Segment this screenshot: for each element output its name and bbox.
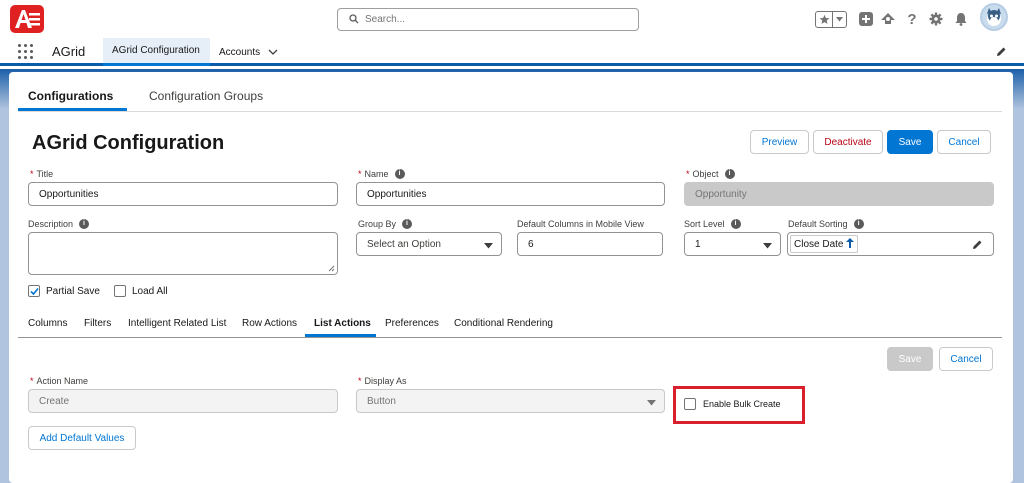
title-field[interactable]: Opportunities xyxy=(28,182,338,206)
app-logo-icon[interactable] xyxy=(10,5,44,33)
display-as-select: Button xyxy=(356,389,665,413)
info-icon: i xyxy=(853,219,864,229)
chevron-down-icon xyxy=(647,398,656,409)
tab-configurations[interactable]: Configurations xyxy=(28,89,113,103)
subtab-row-actions[interactable]: Row Actions xyxy=(242,318,297,329)
default-columns-field[interactable]: 6 xyxy=(517,232,663,256)
page-title: AGrid Configuration xyxy=(32,132,225,154)
sort-pill[interactable]: Close Date xyxy=(790,235,859,253)
app-navigation-bar: AGrid AGrid Configuration Accounts xyxy=(0,38,1024,66)
chevron-down-icon xyxy=(763,241,772,252)
nav-tab-label: Accounts xyxy=(219,46,261,58)
object-field: Opportunity xyxy=(684,182,994,206)
annotation-highlight-box xyxy=(673,386,805,424)
favorites-star-icon[interactable] xyxy=(816,12,833,27)
sort-level-value: 1 xyxy=(695,238,701,250)
tab-configuration-groups[interactable]: Configuration Groups xyxy=(149,89,263,103)
save-button[interactable]: Save xyxy=(887,130,933,154)
list-actions-cancel-button[interactable]: Cancel xyxy=(939,347,993,371)
name-field[interactable]: Opportunities xyxy=(356,182,665,206)
description-textarea[interactable] xyxy=(28,232,338,275)
deactivate-button[interactable]: Deactivate xyxy=(813,130,883,154)
favorites-control[interactable] xyxy=(815,11,847,28)
info-icon: i xyxy=(402,219,413,229)
subtab-conditional-rendering[interactable]: Conditional Rendering xyxy=(454,318,553,329)
default-sorting-field[interactable]: Close Date xyxy=(787,232,994,256)
subtab-preferences[interactable]: Preferences xyxy=(385,318,439,329)
description-label: Description i xyxy=(28,219,90,229)
info-icon: i xyxy=(730,219,741,229)
search-icon xyxy=(349,14,359,27)
default-sorting-label: Default Sorting i xyxy=(788,219,864,229)
object-label: * Object i xyxy=(686,169,735,179)
load-all-checkbox[interactable] xyxy=(114,285,126,297)
default-sorting-value: Close Date xyxy=(794,238,844,250)
chevron-down-icon xyxy=(484,241,493,252)
action-name-label: * Action Name xyxy=(30,376,89,386)
global-search[interactable] xyxy=(337,8,639,31)
global-header: ? xyxy=(0,0,1024,38)
load-all-label: Load All xyxy=(132,286,168,297)
arrow-up-icon[interactable] xyxy=(846,237,855,251)
trailhead-icon[interactable] xyxy=(880,0,896,38)
subtabs-divider xyxy=(18,337,1002,338)
chevron-down-icon[interactable] xyxy=(268,47,278,58)
add-default-values-button[interactable]: Add Default Values xyxy=(28,426,136,450)
notifications-bell-icon[interactable] xyxy=(954,0,968,38)
tabs-divider xyxy=(18,111,1002,112)
subtab-filters[interactable]: Filters xyxy=(84,318,111,329)
setup-gear-icon[interactable] xyxy=(929,0,943,38)
info-icon: i xyxy=(724,169,735,179)
avatar[interactable] xyxy=(980,3,1008,31)
info-icon: i xyxy=(394,169,405,179)
partial-save-checkbox[interactable] xyxy=(28,285,40,297)
subtab-list-actions[interactable]: List Actions xyxy=(314,318,371,329)
subtab-columns[interactable]: Columns xyxy=(28,318,67,329)
edit-pencil-icon[interactable] xyxy=(972,239,983,253)
group-by-label: Group By i xyxy=(358,219,413,229)
display-as-value: Button xyxy=(367,395,396,407)
app-launcher-icon[interactable] xyxy=(18,44,34,60)
action-name-field: Create xyxy=(28,389,338,413)
nav-tab-accounts[interactable]: Accounts xyxy=(210,38,287,66)
subtab-intelligent-related-list[interactable]: Intelligent Related List xyxy=(128,318,226,329)
cancel-button[interactable]: Cancel xyxy=(937,130,991,154)
sort-level-select[interactable]: 1 xyxy=(684,232,781,256)
chevron-down-icon[interactable] xyxy=(833,12,846,27)
app-name: AGrid xyxy=(52,44,86,59)
title-label: * Title xyxy=(30,169,54,179)
search-input[interactable] xyxy=(365,12,625,27)
group-by-select[interactable]: Select an Option xyxy=(356,232,502,256)
list-actions-save-button[interactable]: Save xyxy=(887,347,933,371)
default-columns-label: Default Columns in Mobile View xyxy=(517,219,644,229)
group-by-value: Select an Option xyxy=(367,238,441,250)
display-as-label: * Display As xyxy=(358,376,407,386)
sort-level-label: Sort Level i xyxy=(684,219,741,229)
name-label: * Name i xyxy=(358,169,405,179)
partial-save-label: Partial Save xyxy=(46,286,100,297)
nav-tab-label: AGrid Configuration xyxy=(112,45,200,56)
preview-button[interactable]: Preview xyxy=(750,130,809,154)
add-icon[interactable] xyxy=(859,0,873,38)
help-icon[interactable]: ? xyxy=(906,0,918,38)
info-icon: i xyxy=(79,219,90,229)
nav-tab-agrid-configuration[interactable]: AGrid Configuration xyxy=(103,38,210,66)
edit-nav-pencil-icon[interactable] xyxy=(996,46,1007,60)
